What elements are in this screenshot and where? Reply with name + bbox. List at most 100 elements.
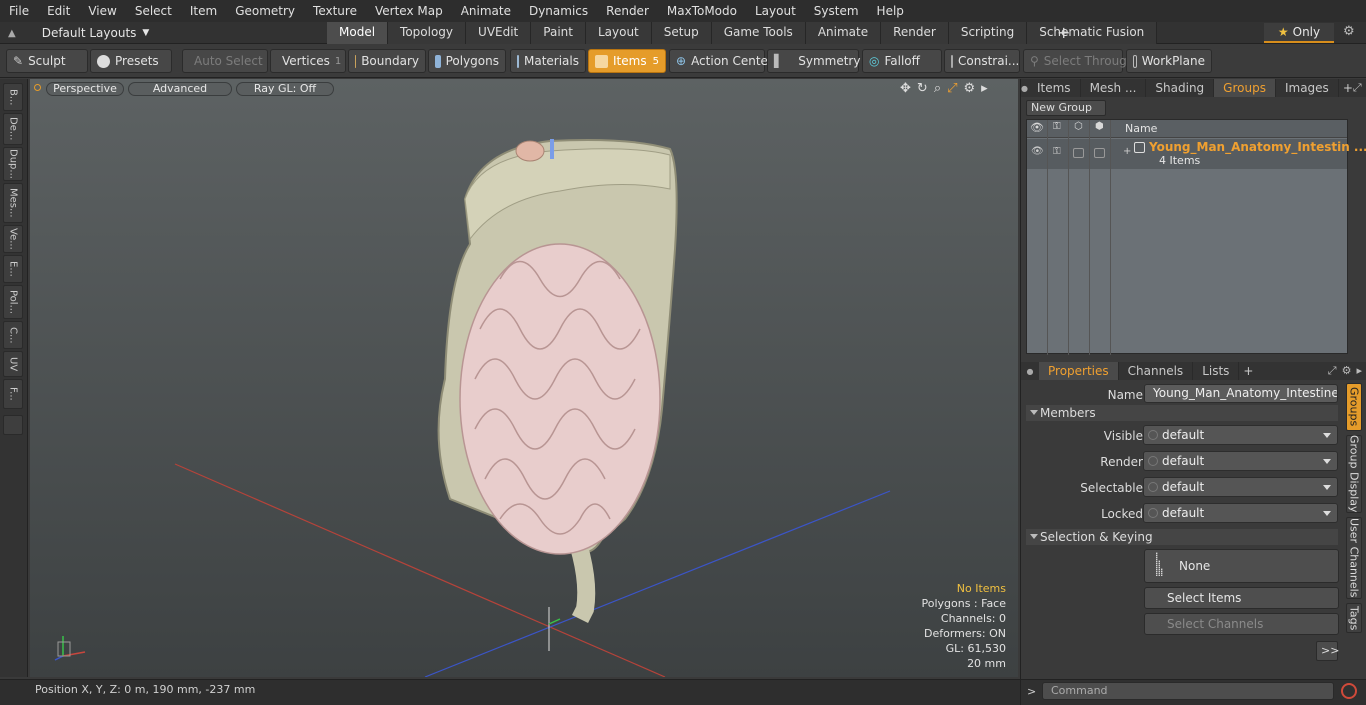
new-group-button[interactable]: New Group	[1026, 100, 1106, 116]
locked-dropdown[interactable]: default	[1143, 503, 1338, 523]
panel-tab-items[interactable]: Items	[1028, 79, 1081, 97]
items-button[interactable]: Items 5	[588, 49, 666, 73]
tab-model[interactable]: Model	[327, 22, 389, 44]
polygons-button[interactable]: Polygons	[428, 49, 506, 73]
tab-topology[interactable]: Topology	[388, 22, 467, 44]
menu-layout[interactable]: Layout	[746, 0, 805, 22]
menu-render[interactable]: Render	[597, 0, 658, 22]
group-row[interactable]: 👁 ⚿ + Young_Man_Anatomy_Intestin ... 4 I…	[1027, 139, 1366, 169]
panel-menu-icon[interactable]: ●	[1021, 84, 1028, 93]
menu-dynamics[interactable]: Dynamics	[520, 0, 597, 22]
expand-props-icon[interactable]: ⤢	[1328, 364, 1337, 378]
props-menu-icon[interactable]: ●	[1021, 367, 1039, 376]
tab-setup[interactable]: Setup	[651, 22, 712, 44]
render-column-icon[interactable]: ⬡	[1074, 121, 1083, 132]
menu-maxtomodo[interactable]: MaxToModo	[658, 0, 746, 22]
command-input[interactable]: Command	[1042, 682, 1334, 700]
panel-tab-shading[interactable]: Shading	[1146, 79, 1215, 97]
tab-animate[interactable]: Animate	[805, 22, 882, 44]
render-dropdown[interactable]: default	[1143, 451, 1338, 471]
only-button[interactable]: ★ Only	[1264, 23, 1334, 43]
lock-column-icon[interactable]: ⚿	[1053, 121, 1061, 132]
menu-system[interactable]: System	[805, 0, 868, 22]
props-tab-properties[interactable]: Properties	[1039, 362, 1119, 380]
group-name[interactable]: Young_Man_Anatomy_Intestin ...	[1149, 140, 1366, 154]
materials-button[interactable]: Materials	[510, 49, 586, 73]
menu-texture[interactable]: Texture	[304, 0, 366, 22]
expand-panel-icon[interactable]: ⤢	[1353, 81, 1362, 95]
panel-tab-mesh[interactable]: Mesh ...	[1081, 79, 1147, 97]
visibility-toggle-icon[interactable]: 👁	[1031, 146, 1044, 157]
name-field[interactable]: Young_Man_Anatomy_Intestines (6)	[1144, 384, 1338, 403]
selection-keying-section[interactable]: Selection & Keying	[1026, 529, 1338, 545]
add-tab-icon[interactable]: +	[1057, 22, 1070, 43]
props-gear-icon[interactable]: ⚙	[1342, 364, 1352, 378]
lock-toggle-icon[interactable]: ⚿	[1053, 146, 1061, 157]
props-arrow-icon[interactable]: ▸	[1356, 364, 1362, 378]
select-items-button[interactable]: Select Items	[1144, 587, 1339, 609]
selectable-dropdown[interactable]: default	[1143, 477, 1338, 497]
symmetry-button[interactable]: ▌ Symmetry	[767, 49, 860, 73]
menu-vertex-map[interactable]: Vertex Map	[366, 0, 452, 22]
sculpt-button[interactable]: ✎ Sculpt	[6, 49, 88, 73]
record-icon[interactable]	[1341, 683, 1357, 699]
tab-layout[interactable]: Layout	[585, 22, 652, 44]
add-props-tab-icon[interactable]: +	[1243, 364, 1253, 378]
gear-icon[interactable]: ⚙	[1343, 24, 1355, 39]
select-channels-button[interactable]: Select Channels	[1144, 613, 1339, 635]
menu-file[interactable]: File	[0, 0, 38, 22]
workplane-button[interactable]: WorkPlane	[1126, 49, 1212, 73]
visible-dropdown[interactable]: default	[1143, 425, 1338, 445]
left-tab-3[interactable]: Mes...	[3, 183, 23, 223]
visibility-column-icon[interactable]: 👁	[1030, 121, 1044, 134]
add-panel-tab-icon[interactable]: +	[1343, 81, 1353, 95]
left-tab-1[interactable]: De...	[3, 113, 23, 145]
side-tab-group-display[interactable]: Group Display	[1346, 435, 1362, 513]
presets-button[interactable]: Presets	[90, 49, 172, 73]
auto-select-button[interactable]: Auto Select	[182, 49, 268, 73]
left-tab-8[interactable]: UV	[3, 351, 23, 377]
panel-tab-images[interactable]: Images	[1276, 79, 1339, 97]
layout-selector[interactable]: ▲ Default Layouts ▼	[8, 22, 149, 44]
more-button[interactable]: >>	[1316, 641, 1339, 661]
menu-animate[interactable]: Animate	[452, 0, 520, 22]
left-tab-5[interactable]: E...	[3, 255, 23, 283]
left-tab-7[interactable]: C...	[3, 321, 23, 349]
left-tab-toggle[interactable]	[3, 415, 23, 435]
left-tab-4[interactable]: Ve...	[3, 225, 23, 253]
menu-select[interactable]: Select	[126, 0, 181, 22]
vertices-button[interactable]: Vertices 1	[270, 49, 346, 73]
tab-uvedit[interactable]: UVEdit	[466, 22, 532, 44]
select-column-icon[interactable]: ⬢	[1095, 121, 1104, 132]
tab-render[interactable]: Render	[881, 22, 949, 44]
boundary-button[interactable]: Boundary	[348, 49, 426, 73]
falloff-button[interactable]: ◎ Falloff	[862, 49, 942, 73]
panel-tab-groups[interactable]: Groups	[1214, 79, 1276, 97]
action-center-button[interactable]: ⊕ Action Center	[669, 49, 773, 73]
render-toggle-box[interactable]	[1073, 148, 1084, 158]
side-tab-user-channels[interactable]: User Channels	[1346, 517, 1362, 599]
left-tab-9[interactable]: F...	[3, 379, 23, 409]
left-tab-0[interactable]: B...	[3, 83, 23, 111]
side-tab-groups[interactable]: Groups	[1346, 383, 1362, 431]
3d-viewport[interactable]: Perspective Advanced Ray GL: Off ✥ ↻ ⌕ ⤢…	[30, 79, 1018, 677]
expand-group-icon[interactable]: +	[1123, 146, 1131, 157]
menu-help[interactable]: Help	[868, 0, 913, 22]
menu-geometry[interactable]: Geometry	[226, 0, 304, 22]
tab-scripting[interactable]: Scripting	[948, 22, 1028, 44]
select-toggle-box[interactable]	[1094, 148, 1105, 158]
menu-view[interactable]: View	[79, 0, 125, 22]
tab-schematic-fusion[interactable]: Schematic Fusion	[1027, 22, 1158, 44]
menu-edit[interactable]: Edit	[38, 0, 79, 22]
menu-item[interactable]: Item	[181, 0, 226, 22]
members-section[interactable]: Members	[1026, 405, 1338, 421]
left-tab-2[interactable]: Dup...	[3, 147, 23, 181]
props-tab-lists[interactable]: Lists	[1193, 362, 1240, 380]
constraints-button[interactable]: Constrai...	[944, 49, 1020, 73]
select-through-button[interactable]: ⚲ Select Through	[1023, 49, 1134, 73]
left-tab-6[interactable]: Pol...	[3, 285, 23, 319]
tab-game-tools[interactable]: Game Tools	[711, 22, 806, 44]
none-button[interactable]: ⁞ ⁞⁞ ⁞⁞⁞ None	[1144, 549, 1339, 583]
side-tab-tags[interactable]: Tags	[1346, 603, 1362, 633]
tab-paint[interactable]: Paint	[531, 22, 586, 44]
